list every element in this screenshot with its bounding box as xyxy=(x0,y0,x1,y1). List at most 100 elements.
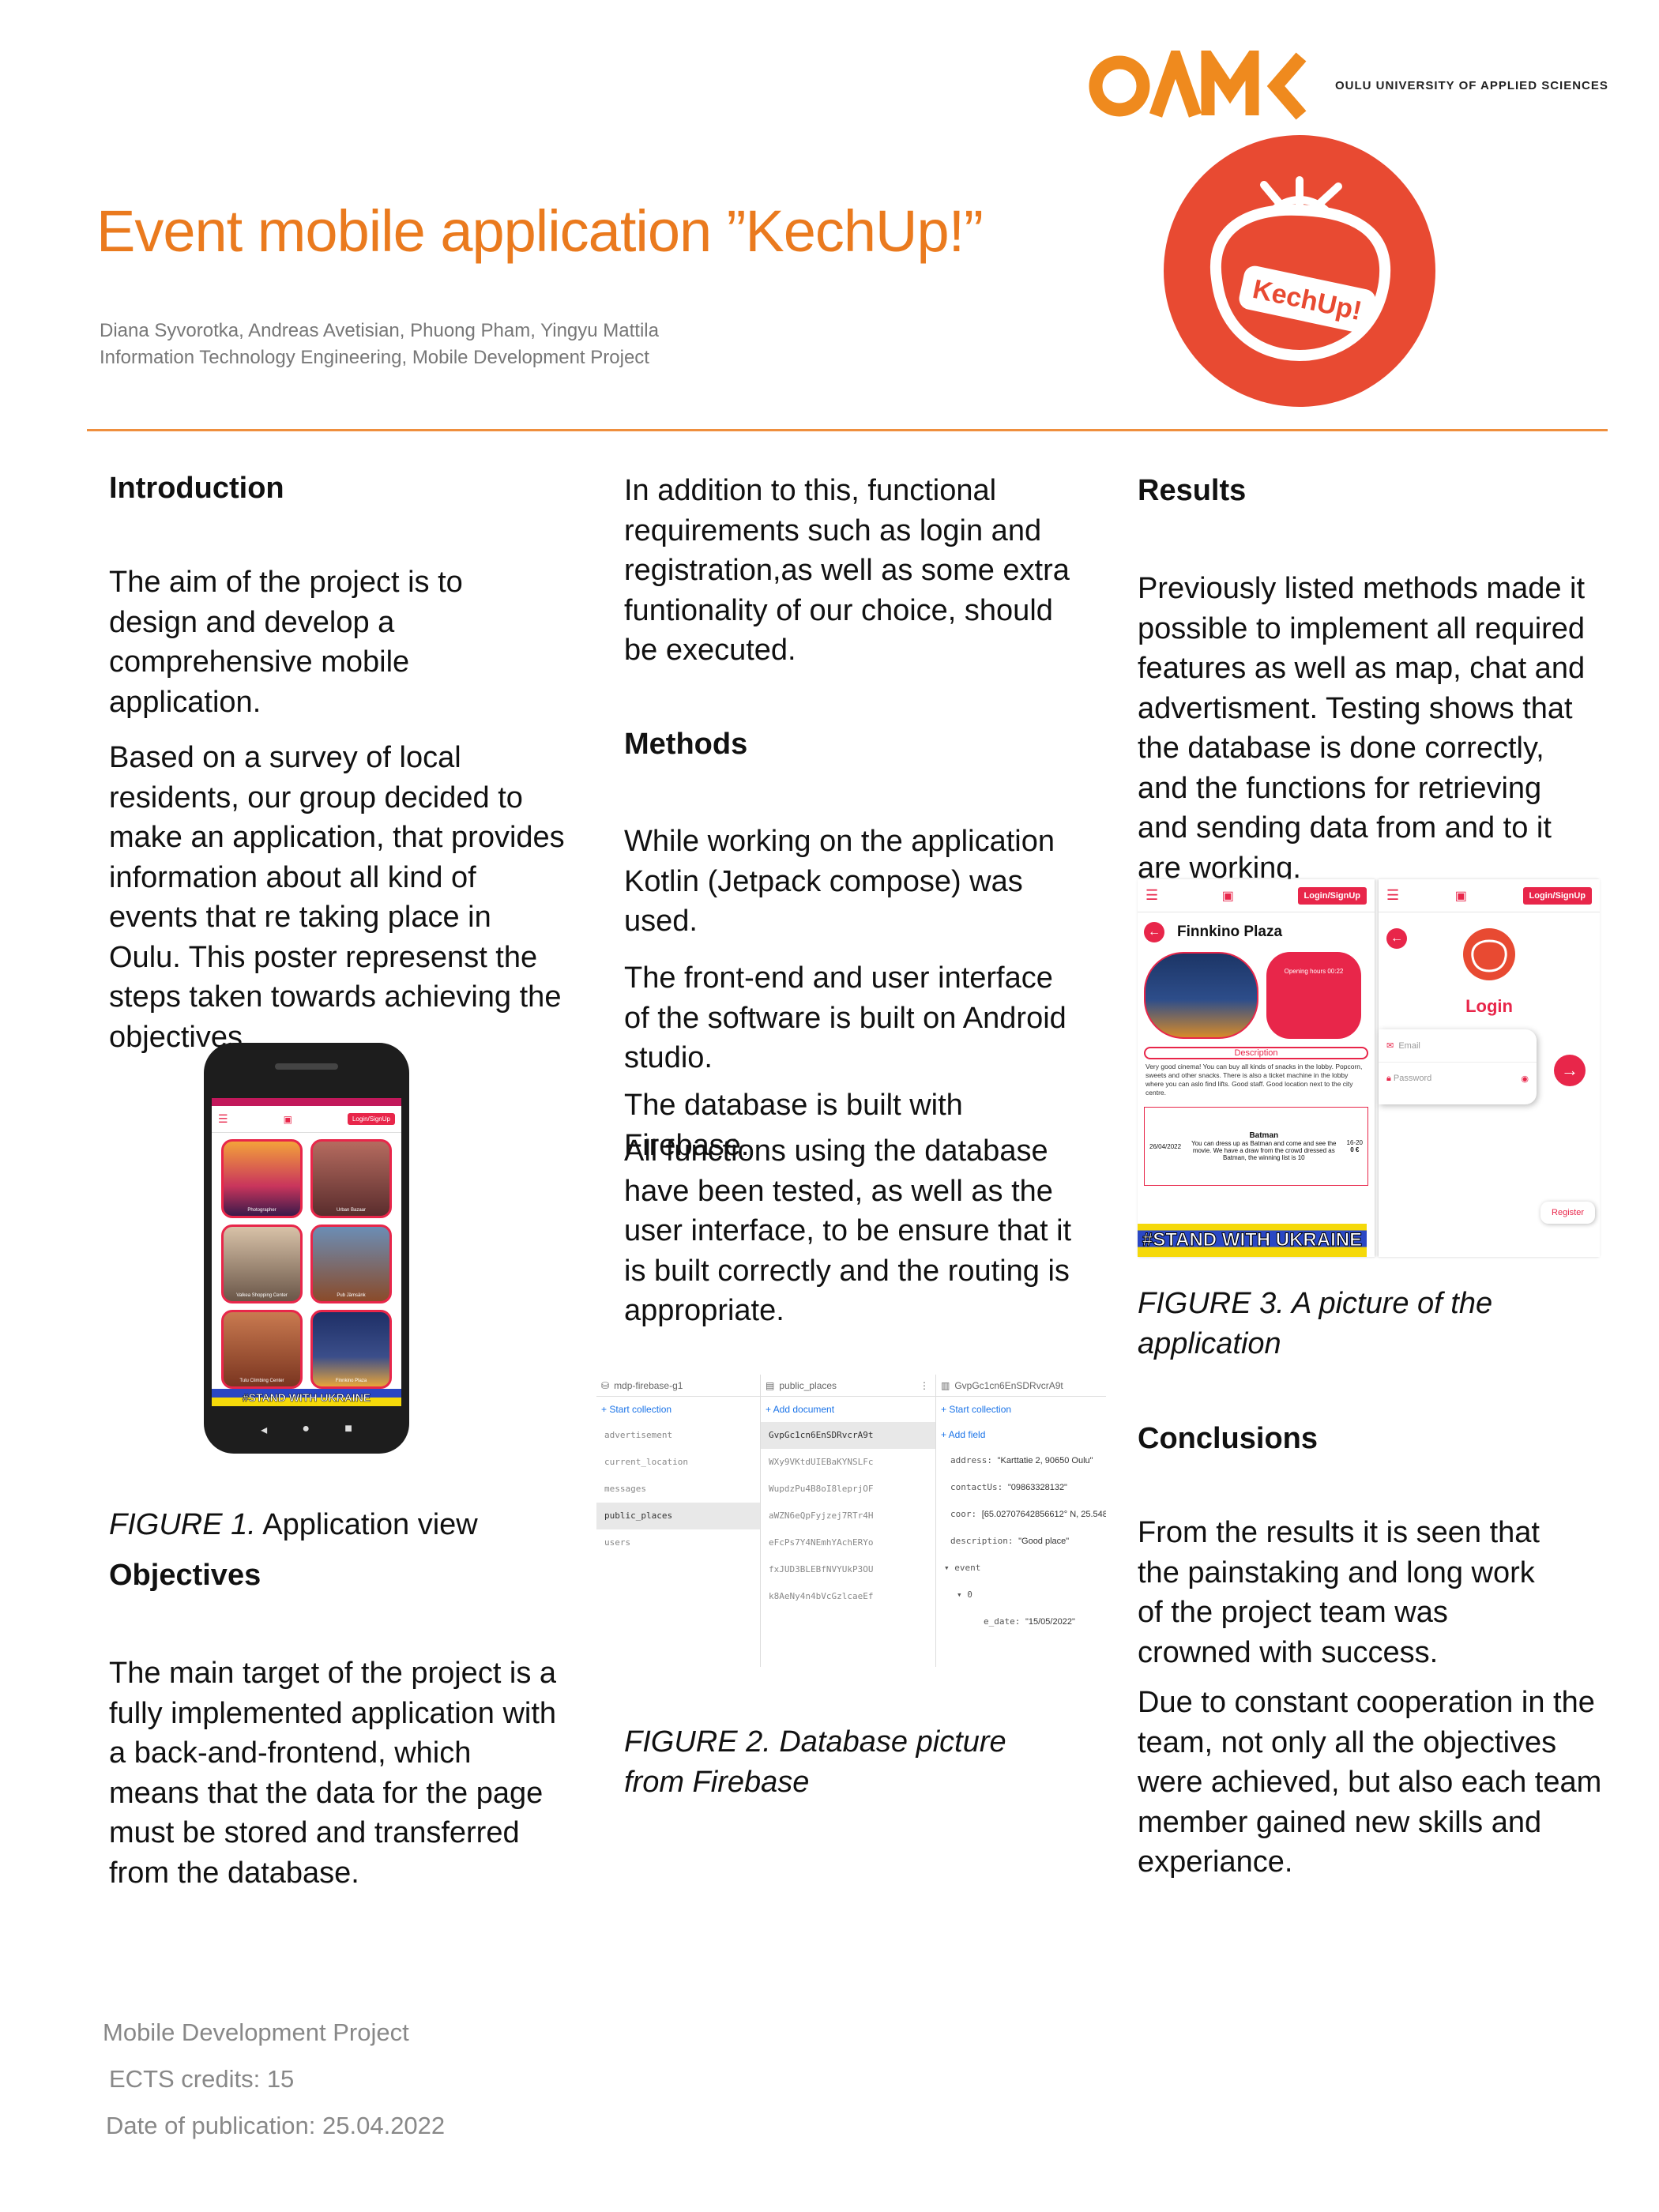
field-row: address: "Karttatie 2, 90650 Oulu" xyxy=(950,1455,1093,1465)
collection-item[interactable]: current_location xyxy=(596,1449,760,1476)
ukraine-banner: #STAND WITH UKRAINE xyxy=(212,1389,401,1406)
field-row: ▾ event xyxy=(944,1563,981,1573)
conclusions-paragraph-1: From the results it is seen that the pai… xyxy=(1138,1516,1540,1669)
field-row: coor: [65.02707642856612° N, 25.548 xyxy=(950,1509,1106,1519)
back-arrow-icon[interactable]: ← xyxy=(1386,928,1407,949)
phone-login-button[interactable]: Login/SignUp xyxy=(347,1113,395,1125)
event-card[interactable]: 26/04/2022 Batman You can dress up as Ba… xyxy=(1144,1107,1368,1186)
footer-credits: ECTS credits: 15 xyxy=(109,2065,295,2093)
description-label: Description xyxy=(1144,1047,1368,1059)
start-subcollection-link[interactable]: + Start collection xyxy=(936,1397,1106,1422)
menu-icon[interactable]: ☰ xyxy=(218,1112,228,1126)
figure1-label: FIGURE 1. xyxy=(109,1508,256,1541)
document-item-selected[interactable]: GvpGc1cn6EnSDRvcrA9t xyxy=(761,1422,935,1449)
intro-paragraph-1: The aim of the project is to design and … xyxy=(109,566,463,719)
app-screenshot-place: ☰ ▣ Login/SignUp ← Finnkino Plaza Openin… xyxy=(1138,879,1375,1257)
event-tiles: Photographer Urban Bazaar Valkea Shoppin… xyxy=(212,1133,401,1395)
event-text: You can dress up as Batman and come and … xyxy=(1191,1140,1337,1161)
document-item[interactable]: fxJUD3BLEBfNVYUkP3OU xyxy=(761,1556,935,1583)
menu-icon[interactable]: ☰ xyxy=(1386,887,1399,904)
firebase-fields-column: ▥ GvpGc1cn6EnSDRvcrA9t + Start collection… xyxy=(936,1375,1106,1667)
add-document-link[interactable]: + Add document xyxy=(761,1397,935,1422)
document-item[interactable]: aWZN6eQpFyjzej7RTr4H xyxy=(761,1503,935,1529)
add-field-link[interactable]: + Add field xyxy=(936,1422,1106,1447)
login-title: Login xyxy=(1465,996,1513,1016)
login-signup-button[interactable]: Login/SignUp xyxy=(1522,886,1592,905)
place-photo xyxy=(1144,952,1258,1039)
tile-photographer[interactable]: Photographer xyxy=(221,1139,303,1218)
tile-pub[interactable]: Pub Jämsänk xyxy=(310,1224,392,1304)
program: Information Technology Engineering, Mobi… xyxy=(100,347,649,368)
collection-item-selected[interactable]: public_places xyxy=(596,1503,760,1529)
database-icon: ⛁ xyxy=(601,1379,610,1391)
menu-icon[interactable]: ☰ xyxy=(1146,887,1158,904)
figure2-caption: FIGURE 2. Database picture from Firebase xyxy=(624,1725,1006,1799)
figure1-caption: FIGURE 1. Application view xyxy=(109,1505,478,1545)
firebase-screenshot: ⛁ mdp-firebase-g1 + Start collection adve… xyxy=(596,1375,1106,1667)
conclusions-paragraph-2: Due to constant cooperation in the team,… xyxy=(1138,1686,1602,1879)
home-icon[interactable]: ● xyxy=(302,1422,310,1438)
event-price: 0 € xyxy=(1350,1146,1360,1153)
authors-block: Diana Syvorotka, Andreas Avetisian, Phuo… xyxy=(100,318,659,371)
methods-paragraph-4: All functions using the database have be… xyxy=(624,1134,1072,1327)
back-icon[interactable]: ◂ xyxy=(261,1422,267,1438)
phone-mockup: ☰ ▣ Login/SignUp Photographer Urban Baza… xyxy=(204,1043,409,1454)
recents-icon[interactable]: ■ xyxy=(344,1422,352,1438)
place-info-card: Opening hours 00:22 xyxy=(1266,952,1361,1039)
start-collection-link[interactable]: + Start collection xyxy=(596,1397,760,1422)
place-title: Finnkino Plaza xyxy=(1177,924,1283,940)
collection-item[interactable]: users xyxy=(596,1529,760,1556)
document-item[interactable]: k8AeNy4n4bVcGzlcaeEf xyxy=(761,1583,935,1610)
authors: Diana Syvorotka, Andreas Avetisian, Phuo… xyxy=(100,320,659,341)
firebase-project-name: mdp-firebase-g1 xyxy=(614,1379,683,1391)
email-field[interactable]: ✉ Email xyxy=(1379,1029,1537,1063)
register-button[interactable]: Register xyxy=(1540,1202,1595,1224)
intro-paragraph-2: Based on a survey of local residents, ou… xyxy=(109,741,565,1054)
map-icon[interactable]: ▣ xyxy=(284,1114,292,1125)
ukraine-banner: #STAND WITH UKRAINE xyxy=(1138,1224,1367,1257)
event-time: 16-20 xyxy=(1346,1139,1363,1146)
phone-screen: ☰ ▣ Login/SignUp Photographer Urban Baza… xyxy=(212,1098,401,1406)
tile-climbing[interactable]: Tulu Climbing Center xyxy=(221,1310,303,1389)
field-row: contactUs: "09863328132" xyxy=(950,1482,1067,1492)
login-signup-button[interactable]: Login/SignUp xyxy=(1297,886,1367,905)
field-row: ▾ 0 xyxy=(957,1589,972,1600)
filter-icon[interactable]: ⋮ xyxy=(920,1380,929,1391)
eye-icon[interactable]: ◉ xyxy=(1521,1074,1529,1084)
university-name: OULU UNIVERSITY OF APPLIED SCIENCES xyxy=(1335,79,1608,92)
figure1-text: Application view xyxy=(255,1508,478,1541)
app-screenshot-login: ☰ ▣ Login/SignUp ← Login ✉ Email 🔒︎ Pass… xyxy=(1379,879,1600,1257)
document-item[interactable]: eFcPs7Y4NEmhYAchERYo xyxy=(761,1529,935,1556)
tile-finnkino[interactable]: Finnkino Plaza xyxy=(310,1310,392,1389)
mail-icon: ✉ xyxy=(1386,1041,1394,1051)
collection-item[interactable]: advertisement xyxy=(596,1422,760,1449)
results-heading: Results xyxy=(1138,474,1247,507)
objectives-heading: Objectives xyxy=(109,1559,261,1592)
tile-urban[interactable]: Urban Bazaar xyxy=(310,1139,392,1218)
tile-shopping[interactable]: Valkea Shopping Center xyxy=(221,1224,303,1304)
collection-item[interactable]: messages xyxy=(596,1476,760,1503)
footer-date: Date of publication: 25.04.2022 xyxy=(106,2112,446,2139)
map-icon[interactable]: ▣ xyxy=(1455,888,1467,904)
field-row: description: "Good place" xyxy=(950,1536,1070,1546)
oamk-logo xyxy=(1089,51,1307,120)
results-paragraph: Previously listed methods made it possib… xyxy=(1138,572,1586,885)
event-date: 26/04/2022 xyxy=(1149,1142,1182,1150)
kechup-small-logo xyxy=(1463,928,1515,980)
document-icon: ▥ xyxy=(941,1379,950,1391)
field-row: e_date: "15/05/2022" xyxy=(984,1616,1075,1627)
event-title: Batman xyxy=(1249,1131,1279,1140)
description-text: Very good cinema! You can buy all kinds … xyxy=(1146,1063,1363,1097)
methods-heading: Methods xyxy=(624,728,748,761)
footer-project: Mobile Development Project xyxy=(103,2018,409,2046)
header-divider xyxy=(87,429,1608,431)
map-icon[interactable]: ▣ xyxy=(1222,888,1234,904)
col2-paragraph-1: In addition to this, functional requirem… xyxy=(624,474,1070,667)
document-item[interactable]: WXy9VKtdUIEBaKYNSLFc xyxy=(761,1449,935,1476)
login-submit-button[interactable]: → xyxy=(1554,1055,1586,1086)
password-field[interactable]: 🔒︎ Password ◉ xyxy=(1379,1063,1537,1095)
document-item[interactable]: WupdzPu4B8oI8leprjOF xyxy=(761,1476,935,1503)
back-arrow-icon[interactable]: ← xyxy=(1144,922,1164,942)
objectives-paragraph: The main target of the project is a full… xyxy=(109,1657,557,1890)
firebase-collection-name: public_places xyxy=(779,1379,837,1391)
